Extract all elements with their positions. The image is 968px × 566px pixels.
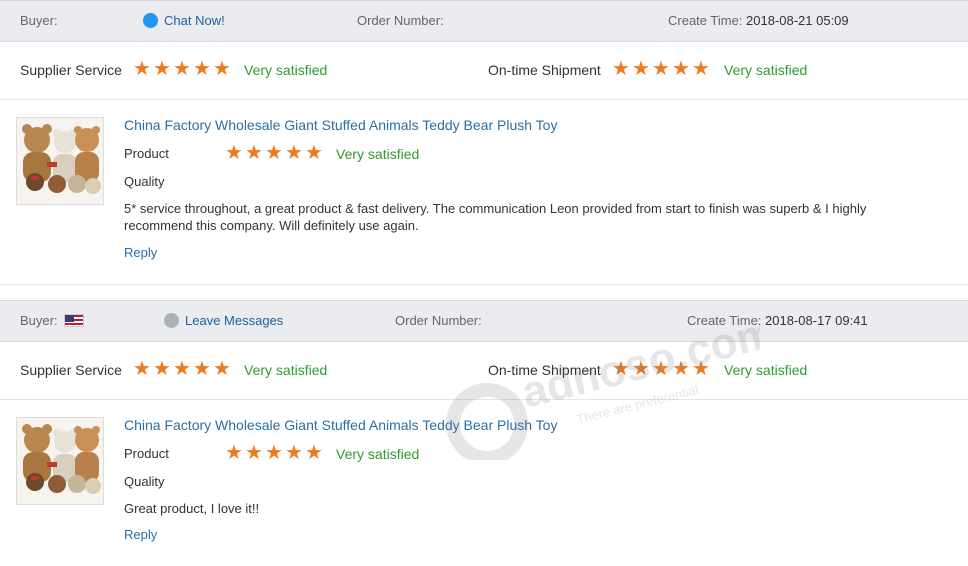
star-icon: ★: [692, 358, 710, 380]
review-card: Buyer: Chat Now! Order Number: Create Ti…: [0, 0, 968, 285]
reply-link[interactable]: Reply: [124, 245, 157, 260]
supplier-service-stars: ★ ★ ★ ★ ★: [133, 358, 233, 380]
quality-label: Quality: [124, 474, 165, 489]
product-rating-text: Very satisfied: [336, 146, 420, 162]
supplier-service-rating-text: Very satisfied: [244, 62, 328, 78]
buyer-label: Buyer:: [20, 13, 58, 28]
product-rating-label: Product: [124, 446, 169, 461]
supplier-service-stars: ★ ★ ★ ★ ★: [133, 58, 233, 80]
product-thumbnail[interactable]: [16, 417, 104, 505]
product-rating-stars: ★ ★ ★ ★ ★: [225, 142, 325, 164]
on-time-shipment-label: On-time Shipment: [488, 362, 601, 378]
star-icon: ★: [285, 142, 303, 164]
product-rating-label: Product: [124, 146, 169, 161]
star-icon: ★: [265, 442, 283, 464]
star-icon: ★: [245, 442, 263, 464]
star-icon: ★: [225, 442, 243, 464]
divider: [0, 284, 968, 285]
review-card: Buyer: Leave Messages Order Number: Crea…: [0, 300, 968, 566]
star-icon: ★: [672, 358, 690, 380]
star-icon: ★: [265, 142, 283, 164]
chat-bubble-icon: [143, 13, 158, 28]
on-time-shipment-label: On-time Shipment: [488, 62, 601, 78]
star-icon: ★: [153, 58, 171, 80]
star-icon: ★: [173, 58, 191, 80]
star-icon: ★: [672, 58, 690, 80]
supplier-service-label: Supplier Service: [20, 362, 122, 378]
star-icon: ★: [652, 58, 670, 80]
product-title-link[interactable]: China Factory Wholesale Giant Stuffed An…: [124, 117, 557, 133]
on-time-shipment-rating-text: Very satisfied: [724, 62, 808, 78]
reply-link[interactable]: Reply: [124, 527, 157, 542]
create-time-value: 2018-08-17 09:41: [765, 313, 868, 328]
leave-messages-link[interactable]: Leave Messages: [164, 301, 283, 341]
order-number-label: Order Number:: [357, 13, 444, 28]
star-icon: ★: [213, 58, 231, 80]
star-icon: ★: [133, 358, 151, 380]
star-icon: ★: [285, 442, 303, 464]
service-rating-row: Supplier Service ★ ★ ★ ★ ★ Very satisfied On…: [0, 42, 968, 100]
create-time-value: 2018-08-21 05:09: [746, 13, 849, 28]
star-icon: ★: [612, 358, 630, 380]
leave-messages-label[interactable]: Leave Messages: [185, 313, 283, 328]
star-icon: ★: [632, 358, 650, 380]
order-number-label: Order Number:: [395, 313, 482, 328]
review-comment: Great product, I love it!!: [124, 501, 260, 516]
quality-label: Quality: [124, 174, 165, 189]
review-header: Buyer: Chat Now! Order Number: Create Ti…: [0, 0, 968, 42]
star-icon: ★: [652, 358, 670, 380]
star-icon: ★: [305, 142, 323, 164]
product-rating-stars: ★ ★ ★ ★ ★: [225, 442, 325, 464]
on-time-shipment-rating-text: Very satisfied: [724, 362, 808, 378]
star-icon: ★: [692, 58, 710, 80]
teddy-bears-image: [17, 118, 103, 204]
star-icon: ★: [213, 358, 231, 380]
supplier-service-rating-text: Very satisfied: [244, 362, 328, 378]
product-thumbnail[interactable]: [16, 117, 104, 205]
supplier-service-label: Supplier Service: [20, 62, 122, 78]
product-title-link[interactable]: China Factory Wholesale Giant Stuffed An…: [124, 417, 557, 433]
chat-bubble-icon: [164, 313, 179, 328]
us-flag-icon: [63, 314, 84, 327]
teddy-bears-image: [17, 418, 103, 504]
on-time-shipment-stars: ★ ★ ★ ★ ★: [612, 58, 712, 80]
star-icon: ★: [225, 142, 243, 164]
star-icon: ★: [632, 58, 650, 80]
star-icon: ★: [612, 58, 630, 80]
chat-now-label[interactable]: Chat Now!: [164, 13, 225, 28]
chat-now-link[interactable]: Chat Now!: [143, 1, 225, 41]
star-icon: ★: [305, 442, 323, 464]
buyer-label: Buyer:: [20, 301, 84, 341]
buyer-label-text: Buyer:: [20, 313, 58, 328]
review-header: Buyer: Leave Messages Order Number: Crea…: [0, 300, 968, 342]
star-icon: ★: [153, 358, 171, 380]
service-rating-row: Supplier Service ★ ★ ★ ★ ★ Very satisfied On…: [0, 342, 968, 400]
create-time-label: Create Time:: [668, 13, 743, 28]
star-icon: ★: [193, 358, 211, 380]
create-time-label: Create Time:: [687, 313, 762, 328]
star-icon: ★: [193, 58, 211, 80]
on-time-shipment-stars: ★ ★ ★ ★ ★: [612, 358, 712, 380]
star-icon: ★: [133, 58, 151, 80]
product-rating-text: Very satisfied: [336, 446, 420, 462]
review-comment: 5* service throughout, a great product &…: [124, 201, 867, 233]
star-icon: ★: [173, 358, 191, 380]
star-icon: ★: [245, 142, 263, 164]
